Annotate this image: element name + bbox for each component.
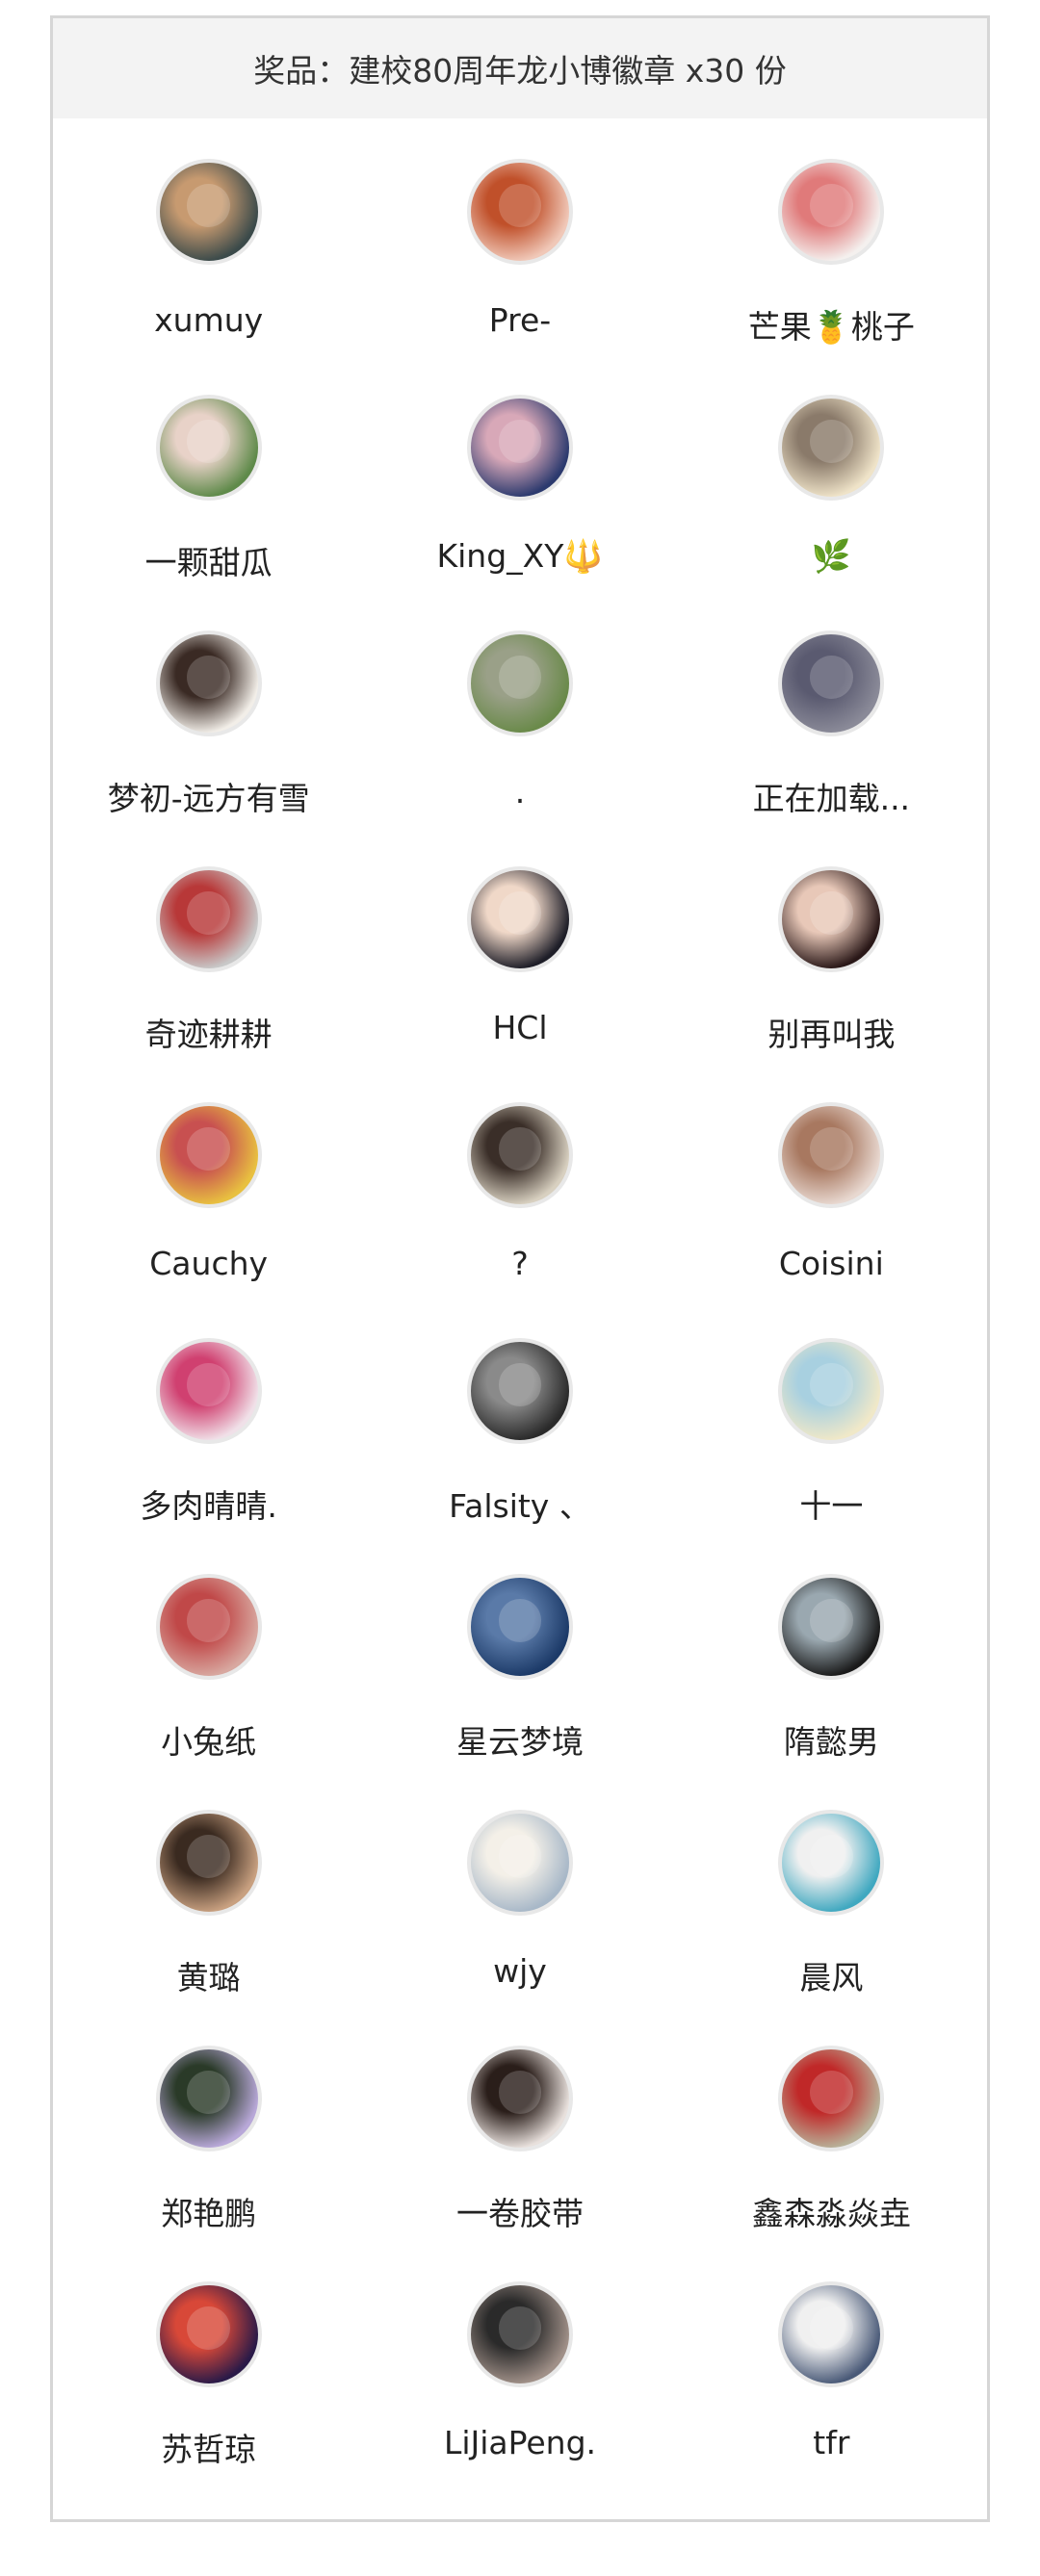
winner-item: LiJiaPeng.: [364, 2281, 675, 2517]
winner-name: 隋懿男: [783, 1723, 879, 1761]
winner-item: 隋懿男: [676, 1574, 987, 1810]
winner-item: 晨风: [676, 1810, 987, 2046]
winner-item: 芒果🍍桃子: [676, 159, 987, 395]
winner-name: HCl: [492, 1009, 548, 1046]
avatar[interactable]: [778, 631, 885, 736]
avatar[interactable]: [466, 866, 573, 972]
avatar[interactable]: [466, 159, 573, 265]
avatar[interactable]: [466, 1338, 573, 1444]
avatar[interactable]: [778, 1810, 885, 1916]
winner-name: xumuy: [154, 301, 264, 339]
winner-name: 晨风: [799, 1959, 864, 1996]
avatar[interactable]: [466, 1810, 573, 1916]
winner-name: 芒果🍍桃子: [747, 308, 915, 346]
winner-item: Falsity 、: [364, 1338, 675, 1574]
winner-item: 小兔纸: [53, 1574, 364, 1810]
avatar[interactable]: [155, 159, 262, 265]
avatar[interactable]: [778, 159, 885, 265]
avatar[interactable]: [466, 631, 573, 736]
winner-name: King_XY🔱: [436, 537, 604, 575]
winner-name: 奇迹耕耕: [144, 1016, 273, 1053]
avatar[interactable]: [466, 2281, 573, 2387]
avatar[interactable]: [778, 1102, 885, 1208]
prize-banner: 奖品：建校80周年龙小博徽章 x30 份: [53, 18, 987, 118]
avatar[interactable]: [466, 395, 573, 501]
winners-card: 奖品：建校80周年龙小博徽章 x30 份 xumuy Pre- 芒果🍍桃子一颗甜瓜 K…: [50, 15, 990, 2522]
winner-name: 鑫森淼焱垚: [751, 2195, 911, 2232]
winner-name: 小兔纸: [161, 1723, 257, 1761]
winner-item: 多肉晴晴.: [53, 1338, 364, 1574]
avatar[interactable]: [155, 1574, 262, 1680]
winner-item: xumuy: [53, 159, 364, 395]
winner-item: 一颗甜瓜: [53, 395, 364, 631]
avatar[interactable]: [155, 2281, 262, 2387]
winner-item: 别再叫我: [676, 866, 987, 1102]
avatar[interactable]: [155, 866, 262, 972]
winner-item: 鑫森淼焱垚: [676, 2046, 987, 2281]
winner-name: Coisini: [778, 1245, 884, 1282]
winner-name: 别再叫我: [767, 1016, 896, 1053]
winner-name: 梦初-远方有雪: [107, 780, 310, 817]
winner-item: tfr: [676, 2281, 987, 2517]
winner-name: 一卷胶带: [455, 2195, 584, 2232]
avatar[interactable]: [155, 631, 262, 736]
winner-item: 一卷胶带: [364, 2046, 675, 2281]
winner-name: Cauchy: [149, 1245, 269, 1282]
winner-item: Coisini: [676, 1102, 987, 1338]
winner-item: 正在加载...: [676, 631, 987, 866]
avatar[interactable]: [778, 1338, 885, 1444]
winner-item: ?: [364, 1102, 675, 1338]
winner-name: Falsity 、: [449, 1487, 591, 1525]
winner-item: King_XY🔱: [364, 395, 675, 631]
avatar[interactable]: [778, 866, 885, 972]
winner-name: 一颗甜瓜: [144, 544, 273, 581]
winner-name: 正在加载...: [752, 780, 911, 817]
winner-item: wjy: [364, 1810, 675, 2046]
winner-name: Pre-: [488, 301, 552, 339]
winner-item: Cauchy: [53, 1102, 364, 1338]
winner-name: 星云梦境: [455, 1723, 584, 1761]
winner-item: 十一: [676, 1338, 987, 1574]
winner-name: LiJiaPeng.: [443, 2424, 597, 2461]
winner-item: .: [364, 631, 675, 866]
avatar[interactable]: [155, 1810, 262, 1916]
avatar[interactable]: [466, 1574, 573, 1680]
winner-item: 奇迹耕耕: [53, 866, 364, 1102]
avatar[interactable]: [778, 2281, 885, 2387]
avatar[interactable]: [155, 1102, 262, 1208]
winner-name: tfr: [813, 2424, 850, 2461]
winner-name: 多肉晴晴.: [140, 1487, 277, 1525]
avatar[interactable]: [155, 395, 262, 501]
winner-item: HCl: [364, 866, 675, 1102]
avatar[interactable]: [778, 1574, 885, 1680]
avatar[interactable]: [466, 2046, 573, 2151]
avatar[interactable]: [155, 1338, 262, 1444]
winners-grid: xumuy Pre- 芒果🍍桃子一颗甜瓜 King_XY🔱 🌿 梦初-远方有雪. 正在加载.…: [53, 118, 987, 2517]
winner-item: 梦初-远方有雪: [53, 631, 364, 866]
winner-item: 苏哲琼: [53, 2281, 364, 2517]
winner-item: Pre-: [364, 159, 675, 395]
winner-name: 十一: [799, 1487, 864, 1525]
winner-name: 苏哲琼: [161, 2431, 257, 2468]
avatar[interactable]: [778, 395, 885, 501]
winner-item: 黄璐: [53, 1810, 364, 2046]
avatar[interactable]: [155, 2046, 262, 2151]
winner-item: 郑艳鹏: [53, 2046, 364, 2281]
avatar[interactable]: [466, 1102, 573, 1208]
avatar[interactable]: [778, 2046, 885, 2151]
winner-name: 🌿: [811, 537, 851, 575]
winner-name: 郑艳鹏: [161, 2195, 257, 2232]
winner-name: wjy: [493, 1952, 547, 1990]
winner-item: 🌿: [676, 395, 987, 631]
winner-item: 星云梦境: [364, 1574, 675, 1810]
winner-name: ?: [511, 1245, 529, 1282]
winner-name: 黄璐: [176, 1959, 241, 1996]
winner-name: .: [514, 773, 526, 811]
